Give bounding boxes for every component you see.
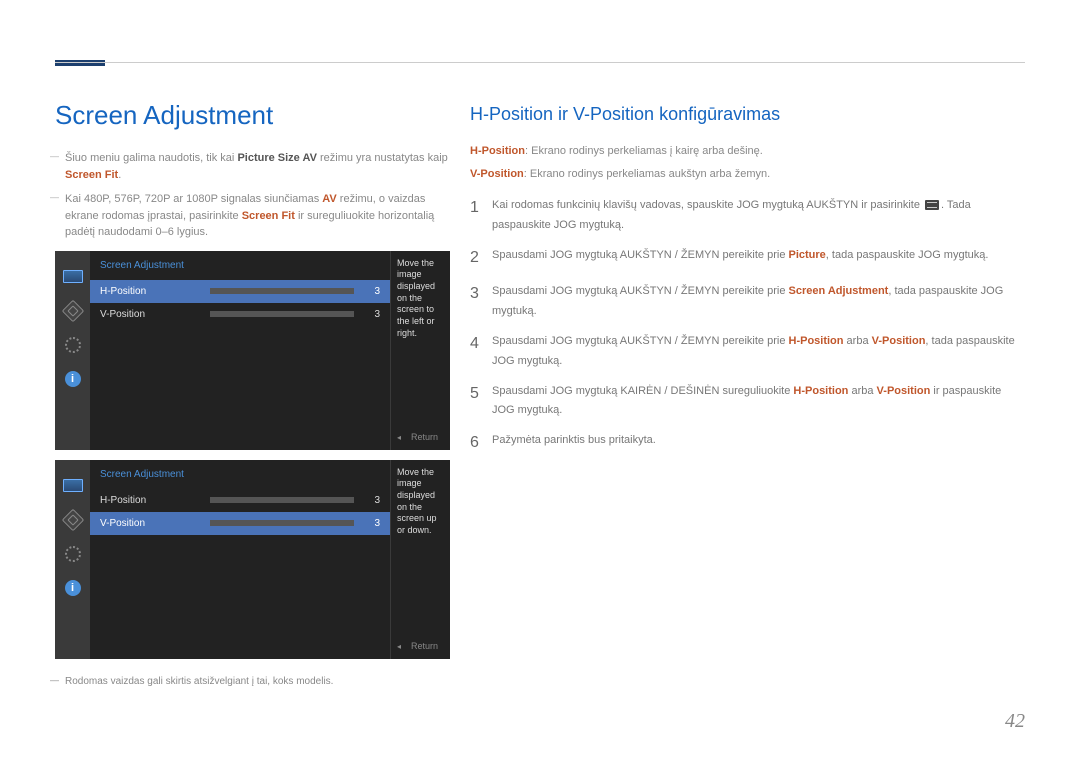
note1-pre: Šiuo meniu galima naudotis, tik kai bbox=[65, 152, 237, 164]
adjust-icon bbox=[62, 512, 84, 528]
page-number: 42 bbox=[1005, 710, 1025, 733]
osd-screenshot-2: i Screen Adjustment H-Position 3 V-Posit… bbox=[55, 460, 450, 659]
osd-tooltip: Move the image displayed on the screen t… bbox=[390, 251, 450, 450]
subsection-title: H-Position ir V-Position konfigūravimas bbox=[470, 104, 1025, 125]
page-title: Screen Adjustment bbox=[55, 100, 273, 131]
step1-text: Kai rodomas funkcinių klavišų vadovas, s… bbox=[492, 194, 1025, 236]
osd-row-hposition: H-Position 3 bbox=[90, 489, 390, 512]
osd-body: Screen Adjustment H-Position 3 V-Positio… bbox=[90, 460, 390, 659]
info-icon: i bbox=[62, 580, 84, 596]
gear-icon bbox=[62, 546, 84, 562]
step4-b2: V-Position bbox=[872, 335, 926, 347]
step-num-6: 6 bbox=[470, 429, 492, 458]
step1-a: Kai rodomas funkcinių klavišų vadovas, s… bbox=[492, 199, 923, 211]
step3-text: Spausdami JOG mygtuką AUKŠTYN / ŽEMYN pe… bbox=[492, 280, 1025, 322]
adjust-icon bbox=[62, 303, 84, 319]
osd-row2-value: 3 bbox=[364, 516, 380, 531]
note1-mid: režimu yra nustatytas kaip bbox=[317, 152, 448, 164]
osd-return-label: Return bbox=[411, 641, 438, 651]
step3-b: Screen Adjustment bbox=[789, 285, 889, 297]
step-4: 4 Spausdami JOG mygtuką AUKŠTYN / ŽEMYN … bbox=[470, 330, 1025, 372]
desc-hposition: H-Position: Ekrano rodinys perkeliamas į… bbox=[470, 143, 1025, 160]
note2-pre: Kai 480P, 576P, 720P ar 1080P signalas s… bbox=[65, 193, 322, 205]
monitor-icon bbox=[62, 478, 84, 494]
osd-return-label: Return bbox=[411, 432, 438, 442]
step2-b: Picture bbox=[789, 249, 826, 261]
osd-row1-label: H-Position bbox=[100, 493, 210, 508]
osd-slider bbox=[210, 311, 354, 317]
desc-vposition: V-Position: Ekrano rodinys perkeliamas a… bbox=[470, 166, 1025, 183]
note1-bold2: Screen Fit bbox=[65, 169, 118, 181]
step-num-3: 3 bbox=[470, 280, 492, 309]
step-num-1: 1 bbox=[470, 194, 492, 223]
step-5: 5 Spausdami JOG mygtuką KAIRĖN / DEŠINĖN… bbox=[470, 380, 1025, 422]
menu-icon bbox=[925, 200, 939, 210]
osd-row2-label: V-Position bbox=[100, 516, 210, 531]
osd-row1-label: H-Position bbox=[100, 284, 210, 299]
note2-b2: Screen Fit bbox=[242, 210, 295, 222]
note1-post: . bbox=[118, 169, 121, 181]
step3-a: Spausdami JOG mygtuką AUKŠTYN / ŽEMYN pe… bbox=[492, 285, 789, 297]
step-3: 3 Spausdami JOG mygtuką AUKŠTYN / ŽEMYN … bbox=[470, 280, 1025, 322]
step5-b1: H-Position bbox=[793, 385, 848, 397]
osd-sidebar: i bbox=[55, 251, 90, 450]
step5-mid: arba bbox=[848, 385, 876, 397]
step-1: 1 Kai rodomas funkcinių klavišų vadovas,… bbox=[470, 194, 1025, 236]
osd-screenshot-1: i Screen Adjustment H-Position 3 V-Posit… bbox=[55, 251, 450, 450]
note-2: Kai 480P, 576P, 720P ar 1080P signalas s… bbox=[55, 191, 450, 241]
back-arrow-icon: ◂ bbox=[397, 433, 401, 442]
monitor-icon bbox=[62, 269, 84, 285]
step5-a: Spausdami JOG mygtuką KAIRĖN / DEŠINĖN s… bbox=[492, 385, 793, 397]
osd-slider bbox=[210, 288, 354, 294]
osd-sidebar: i bbox=[55, 460, 90, 659]
osd-row1-value: 3 bbox=[364, 493, 380, 508]
note-1: Šiuo meniu galima naudotis, tik kai Pict… bbox=[55, 150, 450, 183]
osd-row1-value: 3 bbox=[364, 284, 380, 299]
step-6: 6 Pažymėta parinktis bus pritaikyta. bbox=[470, 429, 1025, 458]
note2-b1: AV bbox=[322, 193, 336, 205]
osd-footer: ◂ Return bbox=[397, 640, 438, 654]
osd-title: Screen Adjustment bbox=[90, 251, 390, 280]
osd-footer: ◂ Return bbox=[397, 431, 438, 445]
osd-body: Screen Adjustment H-Position 3 V-Positio… bbox=[90, 251, 390, 450]
right-column: H-Position ir V-Position konfigūravimas … bbox=[470, 104, 1025, 466]
desc1-text: : Ekrano rodinys perkeliamas į kairę arb… bbox=[525, 145, 763, 157]
step4-text: Spausdami JOG mygtuką AUKŠTYN / ŽEMYN pe… bbox=[492, 330, 1025, 372]
step2-a: Spausdami JOG mygtuką AUKŠTYN / ŽEMYN pe… bbox=[492, 249, 789, 261]
osd-slider bbox=[210, 520, 354, 526]
osd-row2-value: 3 bbox=[364, 307, 380, 322]
step-num-4: 4 bbox=[470, 330, 492, 359]
note1-bold1: Picture Size AV bbox=[237, 152, 316, 164]
left-column: Šiuo meniu galima naudotis, tik kai Pict… bbox=[55, 150, 450, 689]
step6-text: Pažymėta parinktis bus pritaikyta. bbox=[492, 429, 1025, 451]
step4-mid: arba bbox=[844, 335, 872, 347]
osd-row2-label: V-Position bbox=[100, 307, 210, 322]
footnote: Rodomas vaizdas gali skirtis atsižvelgia… bbox=[55, 674, 450, 689]
step4-a: Spausdami JOG mygtuką AUKŠTYN / ŽEMYN pe… bbox=[492, 335, 789, 347]
desc2-bold: V-Position bbox=[470, 168, 524, 180]
step2-text: Spausdami JOG mygtuką AUKŠTYN / ŽEMYN pe… bbox=[492, 244, 1025, 266]
step5-b2: V-Position bbox=[877, 385, 931, 397]
step2-c: , tada paspauskite JOG mygtuką. bbox=[826, 249, 989, 261]
gear-icon bbox=[62, 337, 84, 353]
info-icon: i bbox=[62, 371, 84, 387]
step4-b1: H-Position bbox=[789, 335, 844, 347]
osd-tooltip: Move the image displayed on the screen u… bbox=[390, 460, 450, 659]
back-arrow-icon: ◂ bbox=[397, 642, 401, 651]
step-num-5: 5 bbox=[470, 380, 492, 409]
step-2: 2 Spausdami JOG mygtuką AUKŠTYN / ŽEMYN … bbox=[470, 244, 1025, 273]
step-num-2: 2 bbox=[470, 244, 492, 273]
osd-row-vposition: V-Position 3 bbox=[90, 512, 390, 535]
desc1-bold: H-Position bbox=[470, 145, 525, 157]
header-accent bbox=[55, 60, 105, 66]
osd-row-vposition: V-Position 3 bbox=[90, 303, 390, 326]
header-rule bbox=[55, 62, 1025, 63]
osd-slider bbox=[210, 497, 354, 503]
osd-title: Screen Adjustment bbox=[90, 460, 390, 489]
step5-text: Spausdami JOG mygtuką KAIRĖN / DEŠINĖN s… bbox=[492, 380, 1025, 422]
desc2-text: : Ekrano rodinys perkeliamas aukštyn arb… bbox=[524, 168, 770, 180]
osd-row-hposition: H-Position 3 bbox=[90, 280, 390, 303]
